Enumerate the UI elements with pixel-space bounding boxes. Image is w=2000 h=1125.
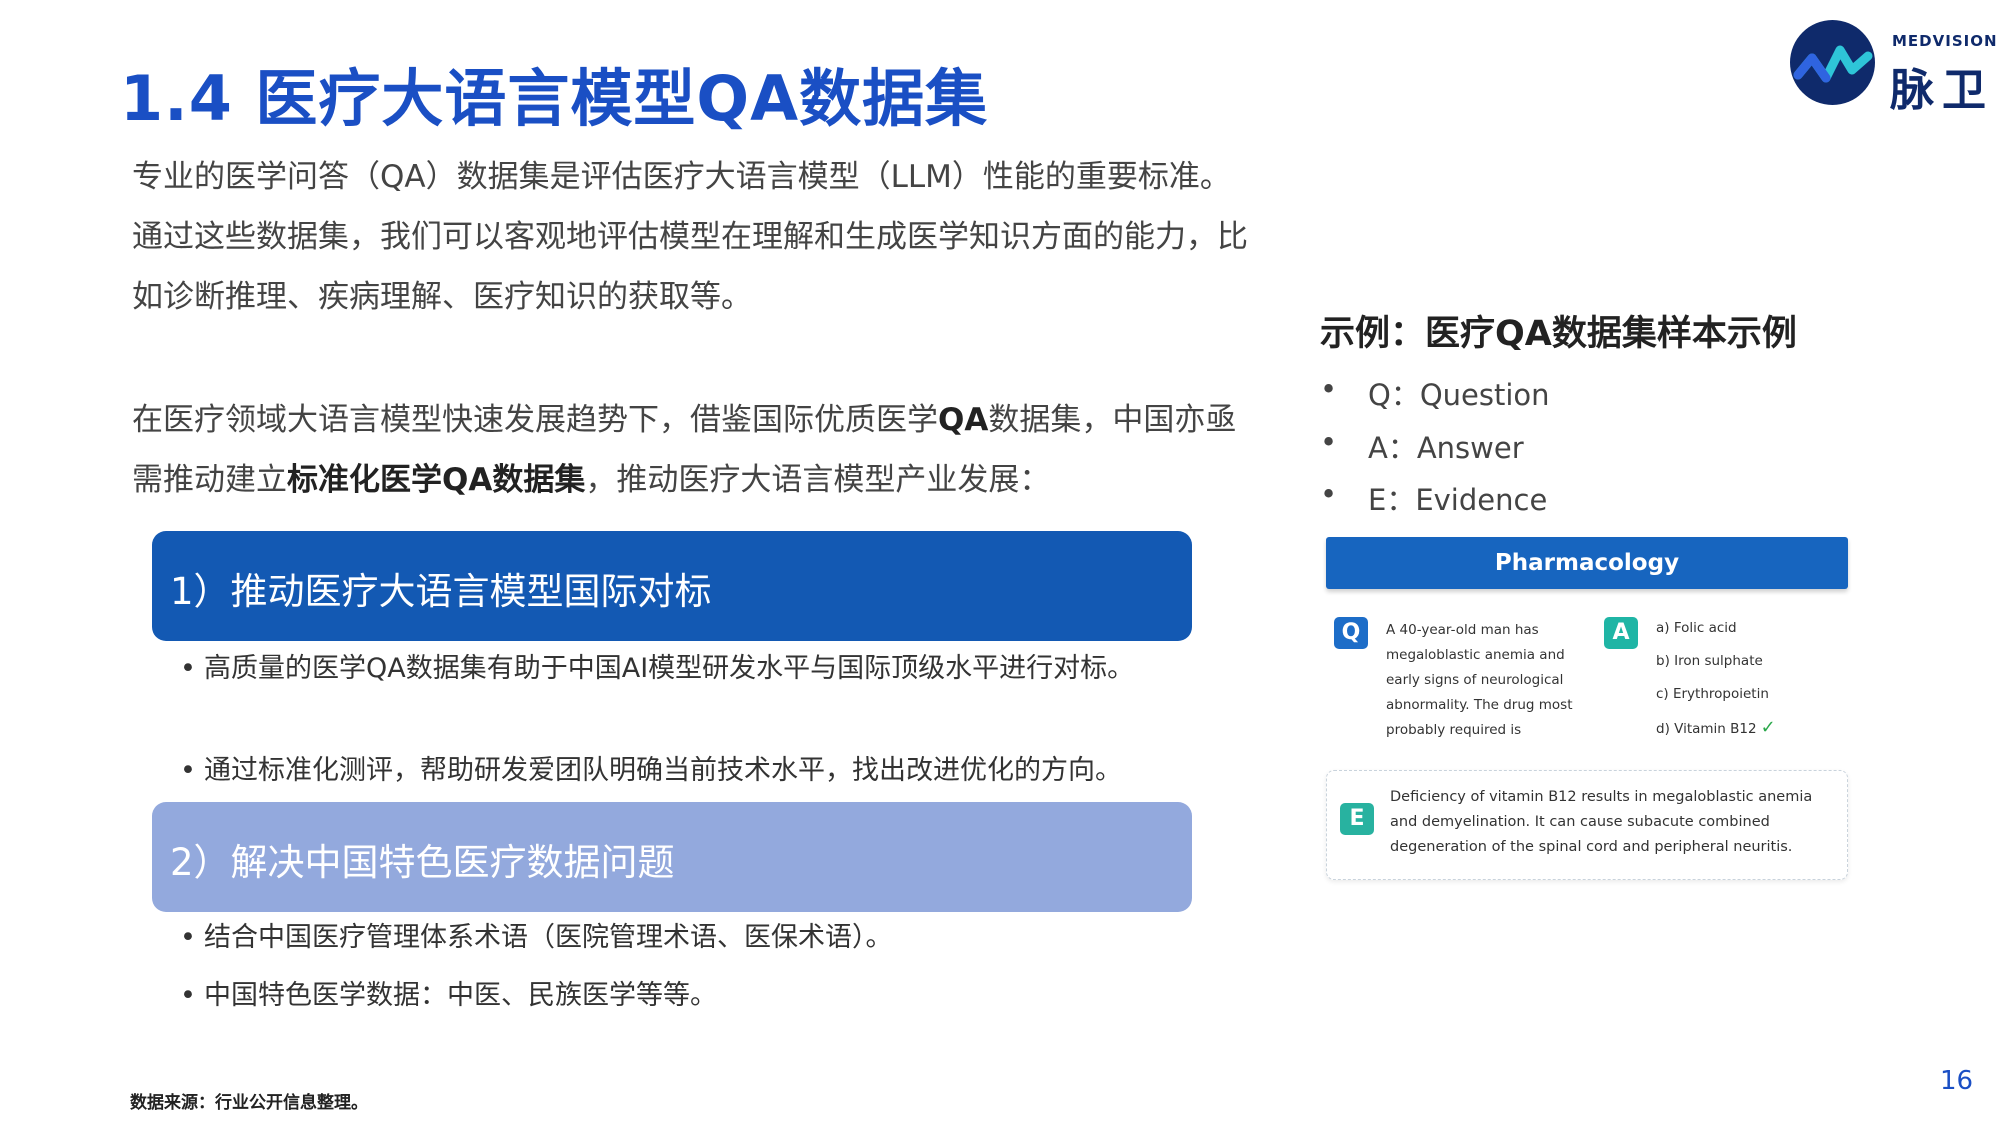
logo-wave-icon [1790, 20, 1875, 105]
page-number: 16 [1940, 1066, 1974, 1096]
answer-option-a: a) Folic acid [1656, 620, 1737, 636]
answer-option-d-text: d) Vitamin B12 [1656, 721, 1757, 737]
category-header: Pharmacology [1326, 537, 1848, 589]
bullet-text: 结合中国医疗管理体系术语（医院管理术语、医保术语）。 [204, 922, 893, 953]
answer-option-b: b) Iron sulphate [1656, 653, 1763, 669]
section-2-heading: 2）解决中国特色医疗数据问题 [170, 841, 675, 884]
logo-chinese-text: 脉卫 [1890, 65, 1994, 116]
bullet-dot: • [1320, 477, 1338, 511]
data-source-note: 数据来源：行业公开信息整理。 [130, 1093, 368, 1113]
correct-check-icon: ✓ [1760, 717, 1776, 738]
bullet-dot: • [1320, 372, 1338, 406]
intro-p2-bold-standard: 标准化医学QA数据集 [287, 462, 586, 498]
bullet-dot: • [180, 653, 196, 684]
intro-p2-bold-qa: QA [938, 402, 989, 438]
question-text: A 40-year-old man has megaloblastic anem… [1386, 622, 1573, 738]
logo-english-text: MEDVISION [1892, 32, 1998, 50]
answer-option-c: c) Erythropoietin [1656, 686, 1769, 702]
intro-paragraph-1: 专业的医学问答（QA）数据集是评估医疗大语言模型（LLM）性能的重要标准。通过这… [132, 159, 1248, 315]
section-2-bullet-2: • 中国特色医学数据：中医、民族医学等等。 [180, 973, 1200, 1019]
intro-p2-text-a: 在医疗领域大语言模型快速发展趋势下，借鉴国际优质医学 [132, 402, 938, 438]
legend-text: E：Evidence [1368, 483, 1548, 517]
section-2-bullet-1: • 结合中国医疗管理体系术语（医院管理术语、医保术语）。 [180, 915, 1200, 961]
section-1-banner: 1）推动医疗大语言模型国际对标 [152, 531, 1192, 641]
legend-text: Q：Question [1368, 378, 1550, 412]
medvision-logo: MEDVISION 脉卫 [1790, 20, 1997, 116]
intro-paragraph-2: 在医疗领域大语言模型快速发展趋势下，借鉴国际优质医学QA数据集，中国亦亟需推动建… [132, 390, 1252, 510]
intro-p2-text-e: ，推动医疗大语言模型产业发展： [585, 462, 1051, 498]
bullet-dot: • [180, 980, 196, 1011]
section-1-bullet-1: • 高质量的医学QA数据集有助于中国AI模型研发水平与国际顶级水平进行对标。 [180, 646, 1200, 692]
bullet-text: 通过标准化测评，帮助研发爱团队明确当前技术水平，找出改进优化的方向。 [204, 755, 1122, 786]
bullet-dot: • [180, 922, 196, 953]
bullet-dot: • [1320, 425, 1338, 459]
evidence-text: Deficiency of vitamin B12 results in meg… [1390, 789, 1813, 855]
answer-option-d: d) Vitamin B12 ✓ [1656, 717, 1776, 738]
section-2-banner: 2）解决中国特色医疗数据问题 [152, 802, 1192, 912]
category-label: Pharmacology [1494, 550, 1680, 576]
legend-text: A：Answer [1368, 431, 1524, 465]
bullet-text: 中国特色医学数据：中医、民族医学等等。 [204, 980, 717, 1011]
evidence-tag: E [1340, 803, 1374, 835]
section-1-bullet-2: • 通过标准化测评，帮助研发爱团队明确当前技术水平，找出改进优化的方向。 [180, 748, 1200, 794]
bullet-dot: • [180, 755, 196, 786]
answer-tag: A [1604, 617, 1638, 649]
question-tag: Q [1334, 617, 1368, 649]
page-title: 1.4 医疗大语言模型QA数据集 [120, 62, 989, 135]
section-1-heading: 1）推动医疗大语言模型国际对标 [170, 570, 712, 613]
example-title: 示例：医疗QA数据集样本示例 [1320, 314, 1797, 354]
bullet-text: 高质量的医学QA数据集有助于中国AI模型研发水平与国际顶级水平进行对标。 [204, 653, 1135, 684]
